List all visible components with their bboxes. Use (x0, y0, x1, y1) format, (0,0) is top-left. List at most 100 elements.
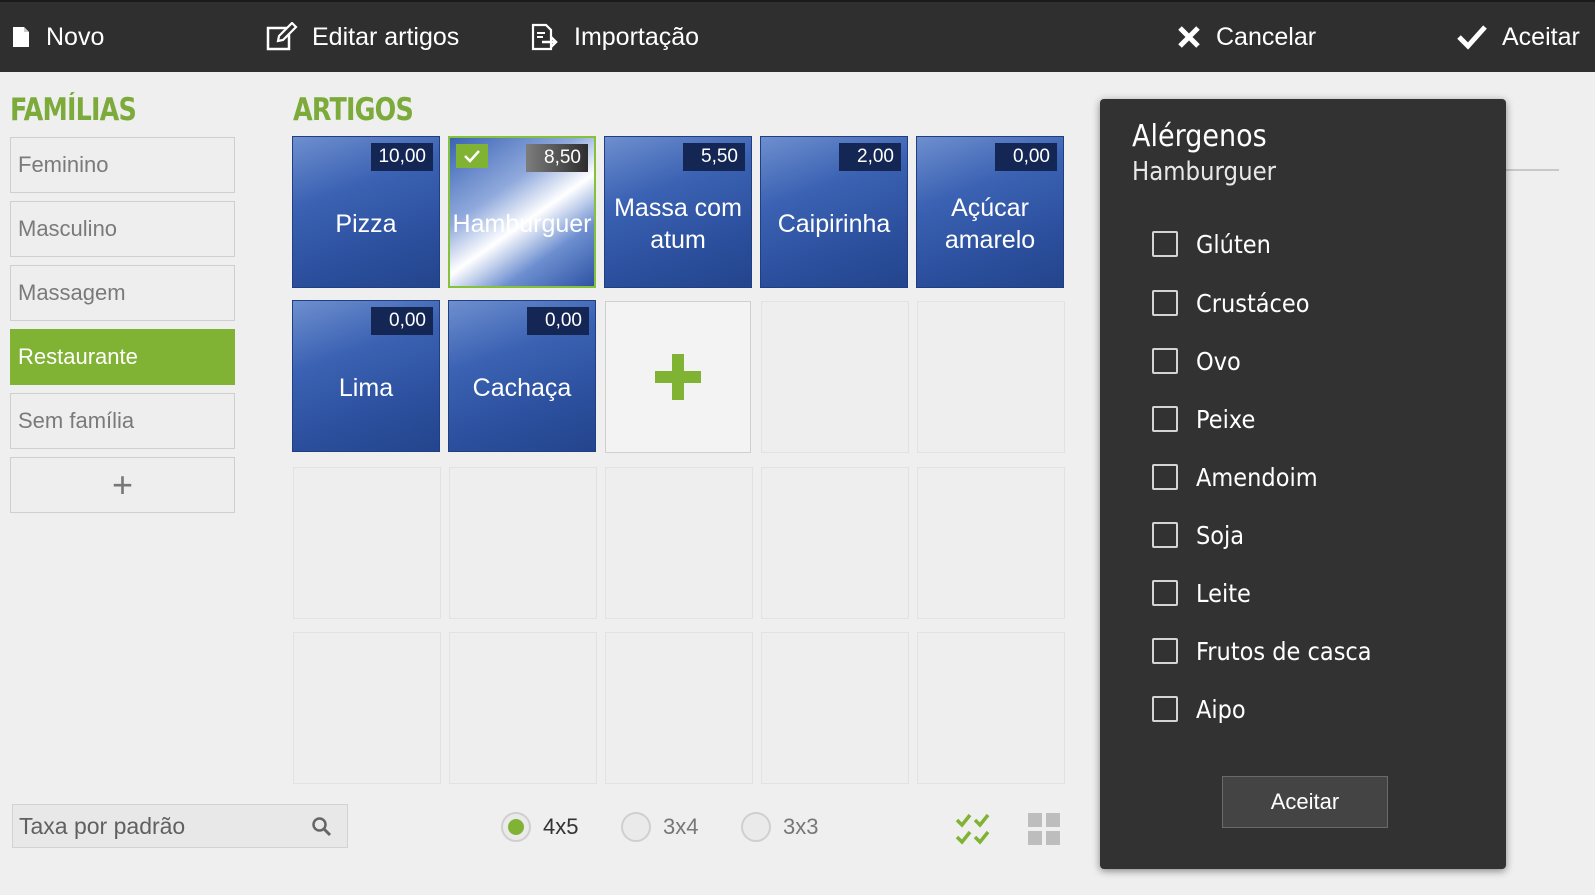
dialog-subtitle: Hamburguer (1132, 157, 1277, 187)
allergen-checkbox-aipo[interactable]: Aipo (1152, 692, 1251, 726)
empty-slot[interactable] (449, 632, 597, 784)
dialog-accept-button[interactable]: Aceitar (1222, 776, 1388, 828)
checkbox[interactable] (1152, 406, 1178, 432)
toolbar: Novo Editar artigos Importação Cancelar … (0, 0, 1595, 72)
grid-option-label: 3x4 (663, 814, 699, 839)
radio-unselected (741, 812, 771, 842)
import-label: Importação (574, 22, 700, 51)
edit-icon (266, 22, 298, 51)
allergen-checkbox-peixe[interactable]: Peixe (1152, 402, 1262, 436)
family-label: Feminino (18, 152, 109, 177)
plus-icon: + (111, 464, 134, 505)
new-button[interactable]: Novo (10, 2, 104, 72)
allergen-checkbox-amendoim[interactable]: Amendoim (1152, 460, 1331, 494)
grid-option-3x3[interactable]: 3x3 (741, 812, 818, 842)
allergen-label: Ovo (1196, 346, 1241, 376)
grid-option-4x5[interactable]: 4x5 (501, 812, 578, 842)
family-item-sem-familia[interactable]: Sem família (10, 393, 235, 449)
families-title: FAMÍLIAS (10, 92, 137, 128)
radio-unselected (621, 812, 651, 842)
checkbox[interactable] (1152, 348, 1178, 374)
article-price: 2,00 (839, 143, 901, 171)
search-icon[interactable] (311, 816, 333, 838)
new-label: Novo (46, 22, 105, 51)
checkbox[interactable] (1152, 638, 1178, 664)
article-name: Hamburguer (452, 210, 592, 238)
allergen-checkbox-frutos-de-casca[interactable]: Frutos de casca (1152, 634, 1391, 668)
document-icon (13, 27, 29, 47)
checkbox[interactable] (1152, 696, 1178, 722)
grid-icon[interactable] (1027, 812, 1061, 846)
empty-slot[interactable] (449, 467, 597, 619)
dialog-title: Alérgenos (1132, 119, 1267, 154)
check-grid-icon[interactable] (955, 812, 991, 848)
family-label: Massagem (18, 280, 126, 305)
empty-slot[interactable] (761, 301, 909, 453)
allergen-label: Frutos de casca (1196, 636, 1372, 666)
allergen-label: Soja (1196, 520, 1245, 550)
allergen-checkbox-ovo[interactable]: Ovo (1152, 344, 1246, 378)
family-item-feminino[interactable]: Feminino (10, 137, 235, 193)
family-item-massagem[interactable]: Massagem (10, 265, 235, 321)
articles-title: ARTIGOS (293, 92, 414, 128)
allergen-checkbox-soja[interactable]: Soja (1152, 518, 1249, 552)
empty-slot[interactable] (917, 301, 1065, 453)
checkbox[interactable] (1152, 580, 1178, 606)
family-label: Restaurante (18, 344, 138, 369)
empty-slot[interactable] (761, 632, 909, 784)
accept-button[interactable]: Aceitar (1456, 2, 1580, 72)
family-item-restaurante[interactable]: Restaurante (10, 329, 235, 385)
edit-articles-button[interactable]: Editar artigos (266, 2, 459, 72)
add-article-button[interactable] (605, 301, 751, 453)
article-name: Caipirinha (777, 210, 891, 238)
radio-selected (501, 812, 531, 842)
allergen-label: Leite (1196, 578, 1251, 608)
allergen-checkbox-leite[interactable]: Leite (1152, 576, 1257, 610)
article-tile-massa-com-atum[interactable]: 5,50 Massa com atum (604, 136, 752, 288)
article-name: Cachaça (472, 374, 572, 402)
allergen-label: Glúten (1196, 229, 1271, 259)
family-item-masculino[interactable]: Masculino (10, 201, 235, 257)
article-tile-acucar-amarelo[interactable]: 0,00 Açúcar amarelo (916, 136, 1064, 288)
allergen-label: Crustáceo (1196, 288, 1310, 318)
empty-slot[interactable] (293, 632, 441, 784)
selected-check-icon (456, 144, 488, 168)
tax-search-box (12, 804, 348, 848)
article-tile-caipirinha[interactable]: 2,00 Caipirinha (760, 136, 908, 288)
allergens-dialog: Alérgenos Hamburguer Glúten Crustáceo Ov… (1100, 99, 1506, 869)
article-name: Massa com atum (614, 194, 742, 254)
empty-slot[interactable] (605, 632, 753, 784)
article-name: Lima (338, 374, 394, 402)
import-icon (531, 23, 558, 51)
family-label: Masculino (18, 216, 118, 241)
cancel-button[interactable]: Cancelar (1176, 2, 1316, 72)
article-tile-pizza[interactable]: 10,00 Pizza (292, 136, 440, 288)
plus-icon (655, 354, 701, 400)
cancel-label: Cancelar (1216, 22, 1317, 51)
check-icon (1457, 25, 1487, 50)
edit-articles-label: Editar artigos (312, 22, 460, 51)
grid-option-label: 4x5 (543, 814, 579, 839)
tax-search-input[interactable] (13, 811, 301, 841)
allergen-checkbox-gluten[interactable]: Glúten (1152, 227, 1279, 261)
article-tile-hamburguer[interactable]: 8,50 Hamburguer (448, 136, 596, 288)
empty-slot[interactable] (293, 467, 441, 619)
empty-slot[interactable] (761, 467, 909, 619)
empty-slot[interactable] (605, 467, 753, 619)
checkbox[interactable] (1152, 290, 1178, 316)
checkbox[interactable] (1152, 464, 1178, 490)
allergen-checkbox-crustaceo[interactable]: Crustáceo (1152, 286, 1322, 320)
checkbox[interactable] (1152, 231, 1178, 257)
accept-label: Aceitar (1502, 22, 1580, 51)
checkbox[interactable] (1152, 522, 1178, 548)
grid-option-3x4[interactable]: 3x4 (621, 812, 698, 842)
empty-slot[interactable] (917, 467, 1065, 619)
add-family-button[interactable]: + (10, 457, 235, 513)
article-name: Açúcar amarelo (944, 194, 1036, 254)
import-button[interactable]: Importação (530, 2, 699, 72)
article-tile-lima[interactable]: 0,00 Lima (292, 300, 440, 452)
article-tile-cachaca[interactable]: 0,00 Cachaça (448, 300, 596, 452)
family-label: Sem família (18, 408, 135, 433)
empty-slot[interactable] (917, 632, 1065, 784)
article-price: 5,50 (683, 143, 745, 171)
